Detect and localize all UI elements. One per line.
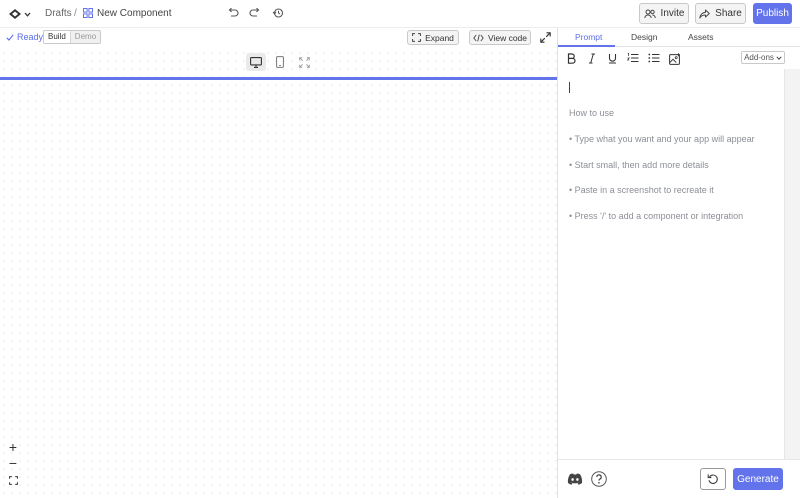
code-icon bbox=[473, 33, 484, 42]
fit-screen-icon bbox=[8, 475, 18, 485]
mobile-view-button[interactable] bbox=[270, 53, 290, 71]
active-tab-indicator bbox=[558, 45, 615, 47]
chevron-down-icon bbox=[776, 55, 782, 60]
hint-item: • Type what you want and your app will a… bbox=[569, 134, 755, 144]
chevron-down-icon bbox=[24, 12, 31, 17]
mode-demo[interactable]: Demo bbox=[69, 31, 101, 43]
canvas[interactable] bbox=[0, 49, 557, 498]
mode-toggle: Build Demo bbox=[43, 30, 102, 44]
fit-screen-icon bbox=[298, 56, 310, 68]
help-icon[interactable] bbox=[591, 471, 607, 487]
underline-icon[interactable] bbox=[608, 53, 617, 64]
desktop-view-button[interactable] bbox=[246, 53, 266, 71]
panel-tabs: Prompt Design Assets bbox=[558, 28, 800, 47]
mode-build[interactable]: Build bbox=[44, 31, 70, 43]
reset-button[interactable] bbox=[700, 468, 726, 490]
fullscreen-icon[interactable] bbox=[540, 32, 551, 43]
prompt-panel: Prompt Design Assets Add-ons How to use … bbox=[558, 28, 800, 498]
share-icon bbox=[699, 9, 710, 19]
share-label: Share bbox=[715, 8, 742, 19]
mobile-icon bbox=[276, 56, 284, 68]
zoom-out-button[interactable]: − bbox=[6, 455, 20, 471]
image-upload-icon[interactable] bbox=[669, 53, 681, 65]
share-button[interactable]: Share bbox=[695, 3, 746, 24]
zoom-fit-button[interactable] bbox=[6, 473, 20, 487]
zoom-in-button[interactable]: + bbox=[6, 439, 20, 455]
prompt-editor[interactable]: How to use • Type what you want and your… bbox=[558, 69, 784, 459]
expand-icon bbox=[412, 33, 421, 42]
editor-scrollbar[interactable] bbox=[784, 69, 800, 459]
preview-frame-top bbox=[0, 77, 557, 80]
tab-design[interactable]: Design bbox=[631, 32, 657, 42]
invite-button[interactable]: Invite bbox=[639, 3, 689, 24]
expand-label: Expand bbox=[425, 32, 454, 43]
top-bar: Drafts / New Component Invite Share Publ… bbox=[0, 0, 800, 28]
tab-assets[interactable]: Assets bbox=[688, 32, 714, 42]
breadcrumb-separator: / bbox=[74, 8, 77, 19]
publish-button[interactable]: Publish bbox=[753, 3, 792, 24]
breadcrumb-component[interactable]: New Component bbox=[97, 8, 171, 19]
components-icon bbox=[83, 8, 93, 18]
hint-title: How to use bbox=[569, 108, 615, 118]
logo-icon bbox=[8, 8, 22, 20]
device-switcher bbox=[246, 53, 314, 72]
users-icon bbox=[643, 9, 656, 19]
hint-item: • Start small, then add more details bbox=[569, 160, 709, 170]
check-icon bbox=[6, 33, 14, 41]
discord-icon[interactable] bbox=[567, 473, 583, 485]
hint-item: • Press '/' to add a component or integr… bbox=[569, 211, 744, 221]
view-code-label: View code bbox=[487, 32, 528, 43]
undo-icon[interactable] bbox=[227, 7, 239, 19]
italic-icon[interactable] bbox=[588, 53, 596, 64]
desktop-icon bbox=[250, 56, 262, 68]
expand-button[interactable]: Expand bbox=[407, 30, 459, 45]
breadcrumb-drafts[interactable]: Drafts bbox=[45, 8, 72, 19]
addons-dropdown[interactable]: Add-ons bbox=[741, 51, 785, 64]
reset-icon bbox=[707, 473, 719, 485]
view-code-button[interactable]: View code bbox=[469, 30, 531, 45]
tab-prompt[interactable]: Prompt bbox=[575, 32, 602, 42]
ordered-list-icon[interactable] bbox=[627, 53, 639, 63]
addons-label: Add-ons bbox=[744, 53, 774, 62]
status-ready: Ready bbox=[17, 32, 44, 42]
logo-menu[interactable] bbox=[8, 7, 32, 21]
prompt-footer: Generate bbox=[558, 459, 800, 498]
redo-icon[interactable] bbox=[249, 7, 261, 19]
status-indicator: Ready bbox=[6, 32, 43, 42]
history-icon[interactable] bbox=[272, 7, 284, 19]
bullet-list-icon[interactable] bbox=[648, 53, 660, 63]
generate-button[interactable]: Generate bbox=[733, 468, 783, 490]
bold-icon[interactable] bbox=[567, 53, 576, 64]
hint-item: • Paste in a screenshot to recreate it bbox=[569, 185, 714, 195]
fit-screen-button[interactable] bbox=[294, 53, 314, 71]
invite-label: Invite bbox=[660, 8, 685, 19]
text-caret bbox=[569, 82, 570, 93]
